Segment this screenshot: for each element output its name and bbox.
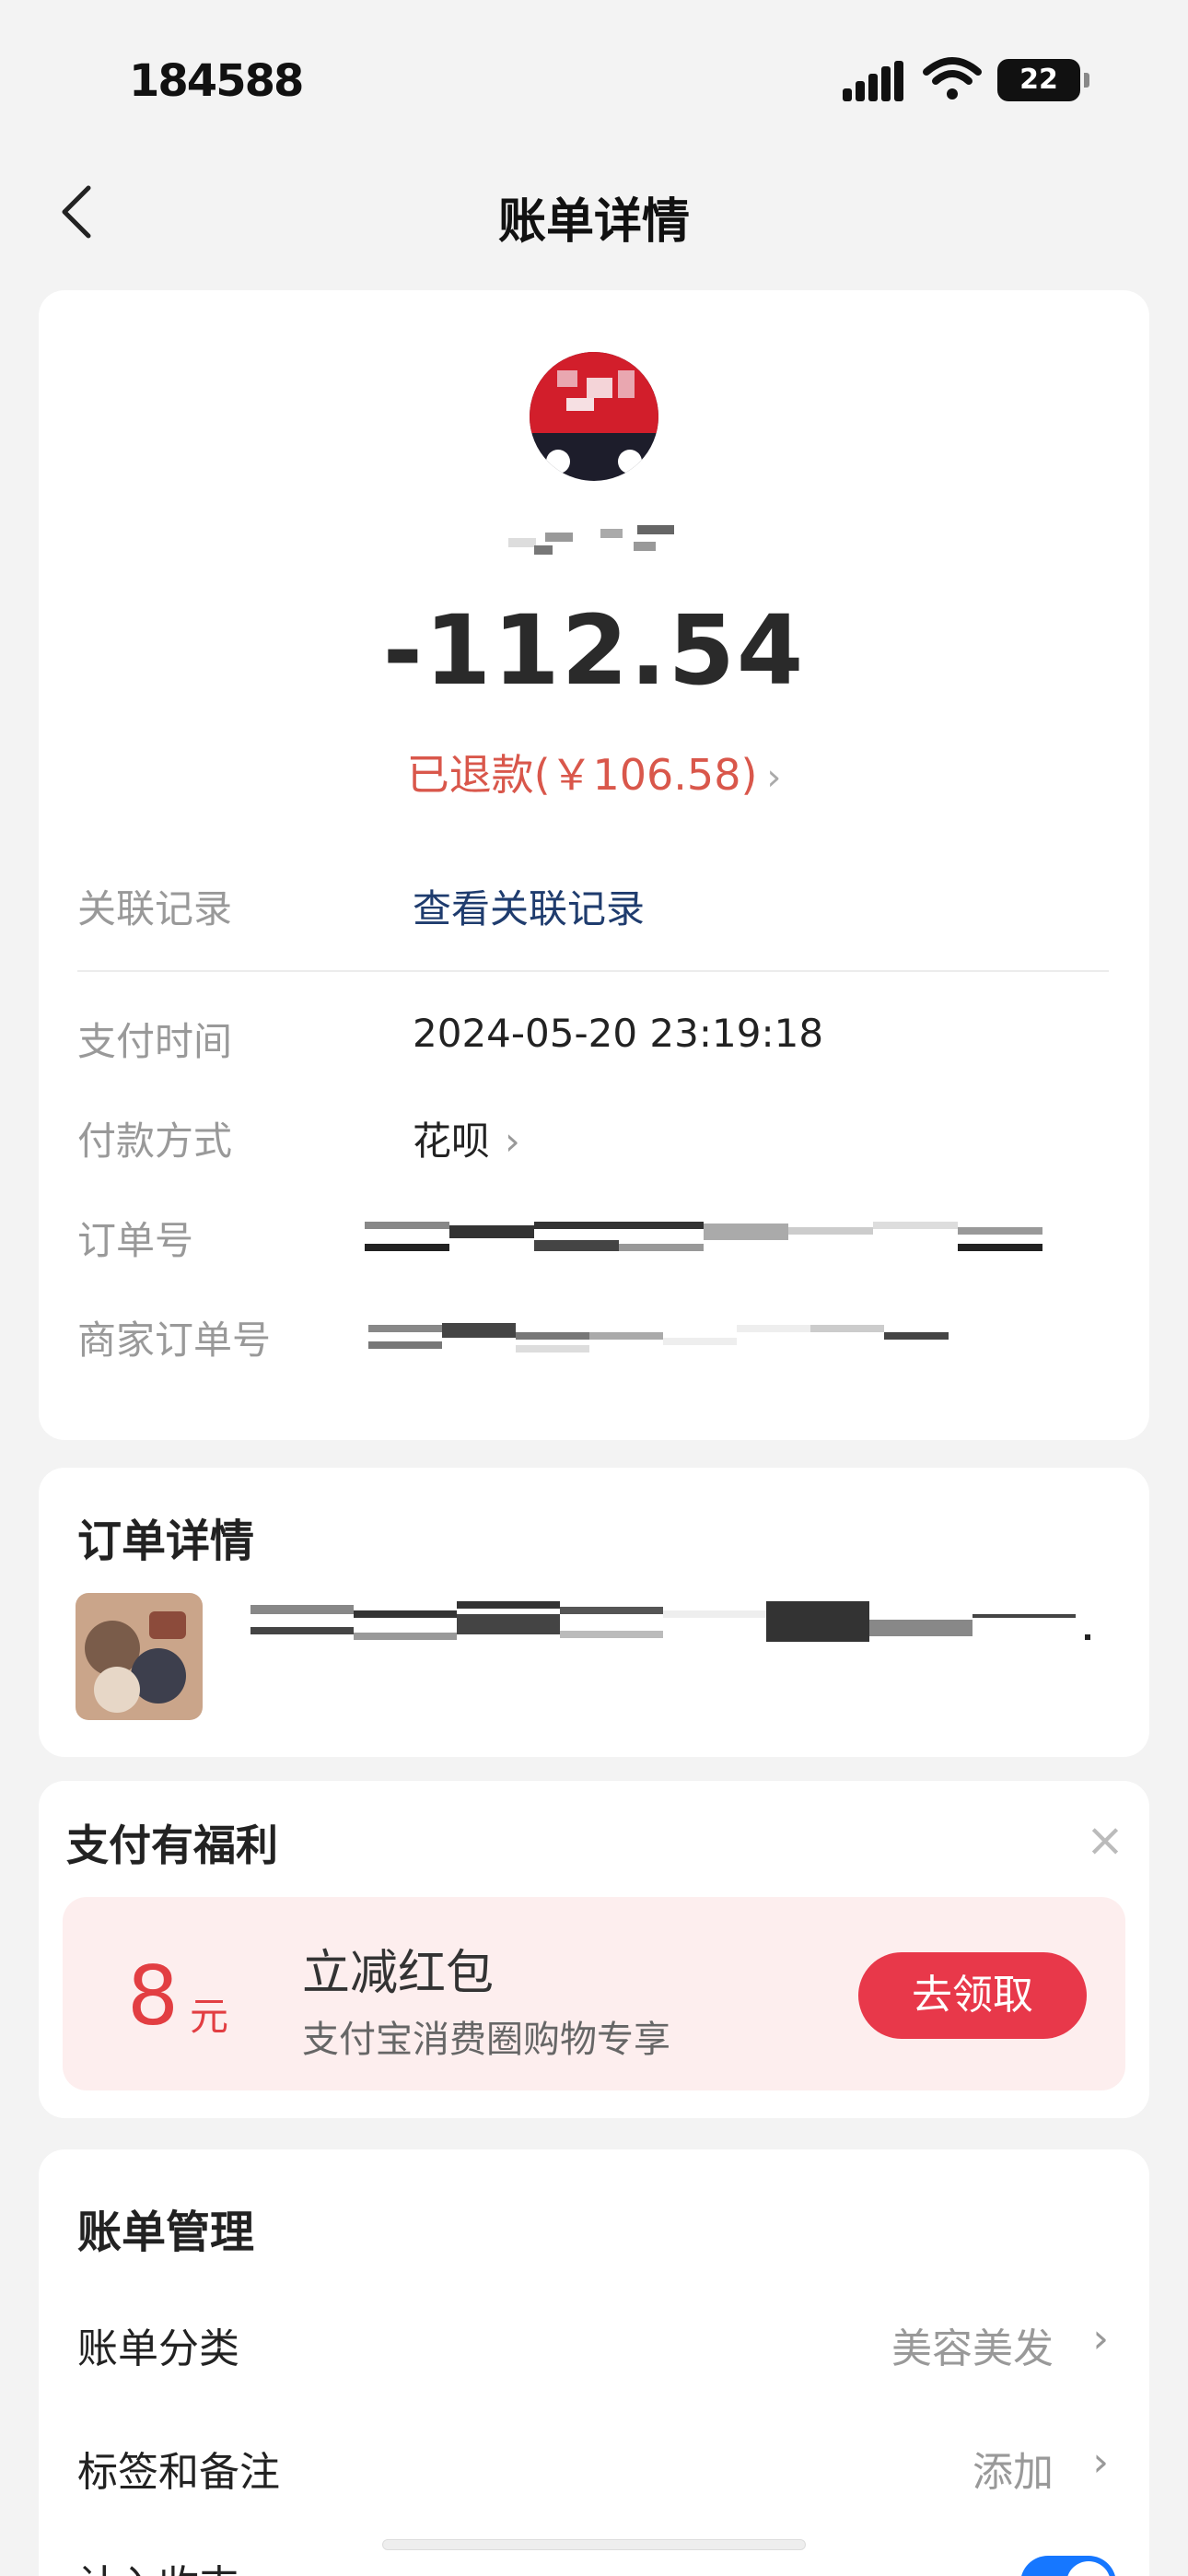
order-number-label: 订单号 [77,1218,194,1263]
close-icon[interactable]: × [1085,1817,1125,1863]
home-indicator [382,2539,806,2550]
bill-category-label: 账单分类 [77,2325,239,2372]
divider [77,970,1109,972]
payment-benefit-card: 支付有福利 × 8 元 立减红包 支付宝消费圈购物专享 去领取 [39,1781,1149,2118]
pay-method-value: 花呗 [413,1118,491,1164]
bill-category-value: 美容美发 [891,2325,1054,2372]
view-related-records-link[interactable]: 查看关联记录 [413,878,645,934]
management-title: 账单管理 [77,2207,255,2258]
order-number-redacted [365,1220,1042,1257]
bill-management-card: 账单管理 账单分类 美容美发 › 标签和备注 添加 › [39,2149,1149,2576]
include-income-expense-label: 计入收支 [77,2552,239,2576]
merchant-name-redacted [508,525,711,562]
related-records-row[interactable]: 关联记录 查看关联记录 [77,878,1109,933]
pay-time-value: 2024-05-20 23:19:18 [413,1011,824,1056]
tags-notes-row[interactable]: 标签和备注 添加 › [77,2439,1109,2496]
pay-time-label: 支付时间 [77,1019,233,1064]
product-thumbnail[interactable] [76,1593,203,1720]
bill-category-row[interactable]: 账单分类 美容美发 › [77,2315,1109,2372]
status-time: 184588 [129,55,304,107]
pay-method-label: 付款方式 [77,1118,233,1164]
include-income-expense-toggle[interactable] [1020,2556,1116,2576]
tags-notes-value: 添加 [973,2449,1054,2496]
merchant-avatar [530,352,658,481]
wifi-icon [923,57,982,100]
promo-subtitle: 支付宝消费圈购物专享 [302,2019,670,2061]
chevron-right-icon: › [505,1118,520,1164]
refund-text: 已退款(￥106.58) [406,750,758,800]
chevron-right-icon: › [766,756,782,799]
claim-button[interactable]: 去领取 [858,1952,1087,2039]
battery-icon: 22 [997,59,1089,101]
order-detail-title: 订单详情 [77,1516,255,1567]
pay-time-row: 支付时间 2024-05-20 23:19:18 [77,1011,1109,1066]
red-packet-promo[interactable]: 8 元 立减红包 支付宝消费圈购物专享 去领取 [63,1897,1125,2090]
bill-amount: -112.54 [382,594,806,707]
pay-method-row[interactable]: 付款方式 花呗 › [77,1110,1109,1165]
promo-amount: 8 [127,1949,179,2043]
merchant-order-number-label: 商家订单号 [77,1317,272,1363]
order-detail-card[interactable]: 订单详情 [39,1468,1149,1757]
chevron-right-icon: › [1092,2315,1109,2362]
cellular-signal-icon [843,61,903,101]
benefit-title: 支付有福利 [66,1821,278,1870]
refund-status-link[interactable]: 已退款(￥106.58) › [39,742,1149,802]
promo-unit: 元 [190,1994,229,2039]
navigation-bar: 账单详情 [0,157,1188,267]
chevron-right-icon: › [1092,2439,1109,2486]
bill-summary-card: -112.54 已退款(￥106.58) › 关联记录 查看关联记录 支付时间 2… [39,290,1149,1440]
promo-title: 立减红包 [302,1946,495,2001]
page-title: 账单详情 [497,194,690,250]
tags-notes-label: 标签和备注 [77,2449,280,2496]
merchant-order-number-redacted [368,1319,949,1356]
product-name-redacted [250,1601,1098,1645]
related-records-label: 关联记录 [77,886,233,931]
status-bar: 184588 22 [0,0,1188,157]
